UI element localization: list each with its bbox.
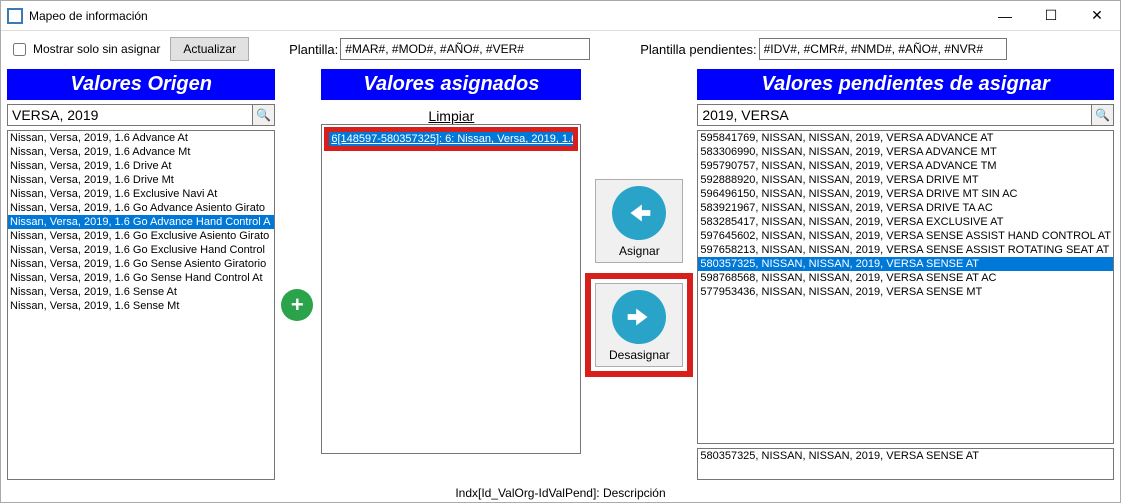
pending-detail-box[interactable]: 580357325, NISSAN, NISSAN, 2019, VERSA S… [697,448,1114,480]
limpiar-link[interactable]: Limpiar [321,108,581,124]
origin-search-input[interactable] [7,104,253,126]
list-item[interactable]: Nissan, Versa, 2019, 1.6 Drive Mt [8,173,274,187]
toolbar: Mostrar solo sin asignar Actualizar Plan… [1,31,1120,67]
pending-header: Valores pendientes de asignar [697,69,1114,100]
list-item[interactable]: Nissan, Versa, 2019, 1.6 Sense Mt [8,299,274,313]
list-item[interactable]: Nissan, Versa, 2019, 1.6 Go Exclusive As… [8,229,274,243]
list-item[interactable]: 596496150, NISSAN, NISSAN, 2019, VERSA D… [698,187,1113,201]
list-item[interactable]: 597645602, NISSAN, NISSAN, 2019, VERSA S… [698,229,1113,243]
plus-column: + [281,69,315,321]
plantilla-pend-input[interactable] [759,38,1007,60]
list-item[interactable]: 580357325, NISSAN, NISSAN, 2019, VERSA S… [698,257,1113,271]
list-item[interactable]: Nissan, Versa, 2019, 1.6 Go Sense Asient… [8,257,274,271]
search-icon[interactable]: 🔍 [1092,104,1114,126]
desasignar-label: Desasignar [609,348,670,362]
search-icon[interactable]: 🔍 [253,104,275,126]
list-item[interactable]: Nissan, Versa, 2019, 1.6 Go Sense Hand C… [8,271,274,285]
list-item[interactable]: 592888920, NISSAN, NISSAN, 2019, VERSA D… [698,173,1113,187]
list-item[interactable]: Nissan, Versa, 2019, 1.6 Sense At [8,285,274,299]
plus-icon: + [291,292,304,318]
plantilla-group: Plantilla: [289,38,590,60]
pending-panel: Valores pendientes de asignar 🔍 59584176… [697,69,1114,480]
assigned-item[interactable]: 6[148597-580357325]: 6: Nissan, Versa, 2… [329,132,573,146]
list-item[interactable]: 595841769, NISSAN, NISSAN, 2019, VERSA A… [698,131,1113,145]
mostrar-checkbox[interactable] [13,43,26,56]
origin-panel: Valores Origen 🔍 Nissan, Versa, 2019, 1.… [7,69,275,480]
plantilla-input[interactable] [340,38,590,60]
actions-column: Asignar Desasignar [587,69,691,377]
arrow-left-icon [612,186,666,240]
close-button[interactable]: ✕ [1074,1,1120,31]
list-item[interactable]: Nissan, Versa, 2019, 1.6 Advance At [8,131,274,145]
pending-list[interactable]: 595841769, NISSAN, NISSAN, 2019, VERSA A… [697,130,1114,444]
list-item[interactable]: 583285417, NISSAN, NISSAN, 2019, VERSA E… [698,215,1113,229]
list-item[interactable]: Nissan, Versa, 2019, 1.6 Exclusive Navi … [8,187,274,201]
status-text: Indx[Id_ValOrg-IdValPend]: Descripción [455,486,665,500]
list-item[interactable]: 595790757, NISSAN, NISSAN, 2019, VERSA A… [698,159,1113,173]
list-item[interactable]: 583306990, NISSAN, NISSAN, 2019, VERSA A… [698,145,1113,159]
list-item[interactable]: 598768568, NISSAN, NISSAN, 2019, VERSA S… [698,271,1113,285]
add-button[interactable]: + [281,289,313,321]
list-item[interactable]: Nissan, Versa, 2019, 1.6 Go Advance Hand… [8,215,274,229]
assigned-panel: Valores asignados Limpiar 6[148597-58035… [321,69,581,454]
title-bar: Mapeo de información — ☐ ✕ [1,1,1120,31]
origin-list[interactable]: Nissan, Versa, 2019, 1.6 Advance AtNissa… [7,130,275,480]
arrow-right-icon [612,290,666,344]
status-bar: Indx[Id_ValOrg-IdValPend]: Descripción [0,483,1121,503]
window-title: Mapeo de información [29,9,148,23]
list-item[interactable]: Nissan, Versa, 2019, 1.6 Go Advance Asie… [8,201,274,215]
minimize-button[interactable]: — [982,1,1028,31]
assigned-list[interactable]: 6[148597-580357325]: 6: Nissan, Versa, 2… [321,124,581,454]
list-item[interactable]: 597658213, NISSAN, NISSAN, 2019, VERSA S… [698,243,1113,257]
desasignar-button[interactable]: Desasignar [595,283,683,367]
assigned-highlight-frame: 6[148597-580357325]: 6: Nissan, Versa, 2… [324,127,578,151]
assigned-header: Valores asignados [321,69,581,100]
origin-header: Valores Origen [7,69,275,100]
mostrar-checkbox-group[interactable]: Mostrar solo sin asignar [9,40,160,59]
plantilla-label: Plantilla: [289,42,338,57]
desasignar-highlight-frame: Desasignar [585,273,693,377]
mostrar-label: Mostrar solo sin asignar [33,42,160,56]
pending-detail-item: 580357325, NISSAN, NISSAN, 2019, VERSA S… [698,449,1113,463]
actualizar-button[interactable]: Actualizar [170,37,249,61]
app-icon [7,8,23,24]
plantilla-pend-label: Plantilla pendientes: [640,42,756,57]
list-item[interactable]: Nissan, Versa, 2019, 1.6 Go Exclusive Ha… [8,243,274,257]
list-item[interactable]: 577953436, NISSAN, NISSAN, 2019, VERSA S… [698,285,1113,299]
asignar-label: Asignar [619,244,660,258]
pending-search-input[interactable] [697,104,1092,126]
maximize-button[interactable]: ☐ [1028,1,1074,31]
plantilla-pend-group: Plantilla pendientes: [640,38,1006,60]
list-item[interactable]: 583921967, NISSAN, NISSAN, 2019, VERSA D… [698,201,1113,215]
main-area: Valores Origen 🔍 Nissan, Versa, 2019, 1.… [1,67,1120,480]
list-item[interactable]: Nissan, Versa, 2019, 1.6 Drive At [8,159,274,173]
list-item[interactable]: Nissan, Versa, 2019, 1.6 Advance Mt [8,145,274,159]
asignar-button[interactable]: Asignar [595,179,683,263]
